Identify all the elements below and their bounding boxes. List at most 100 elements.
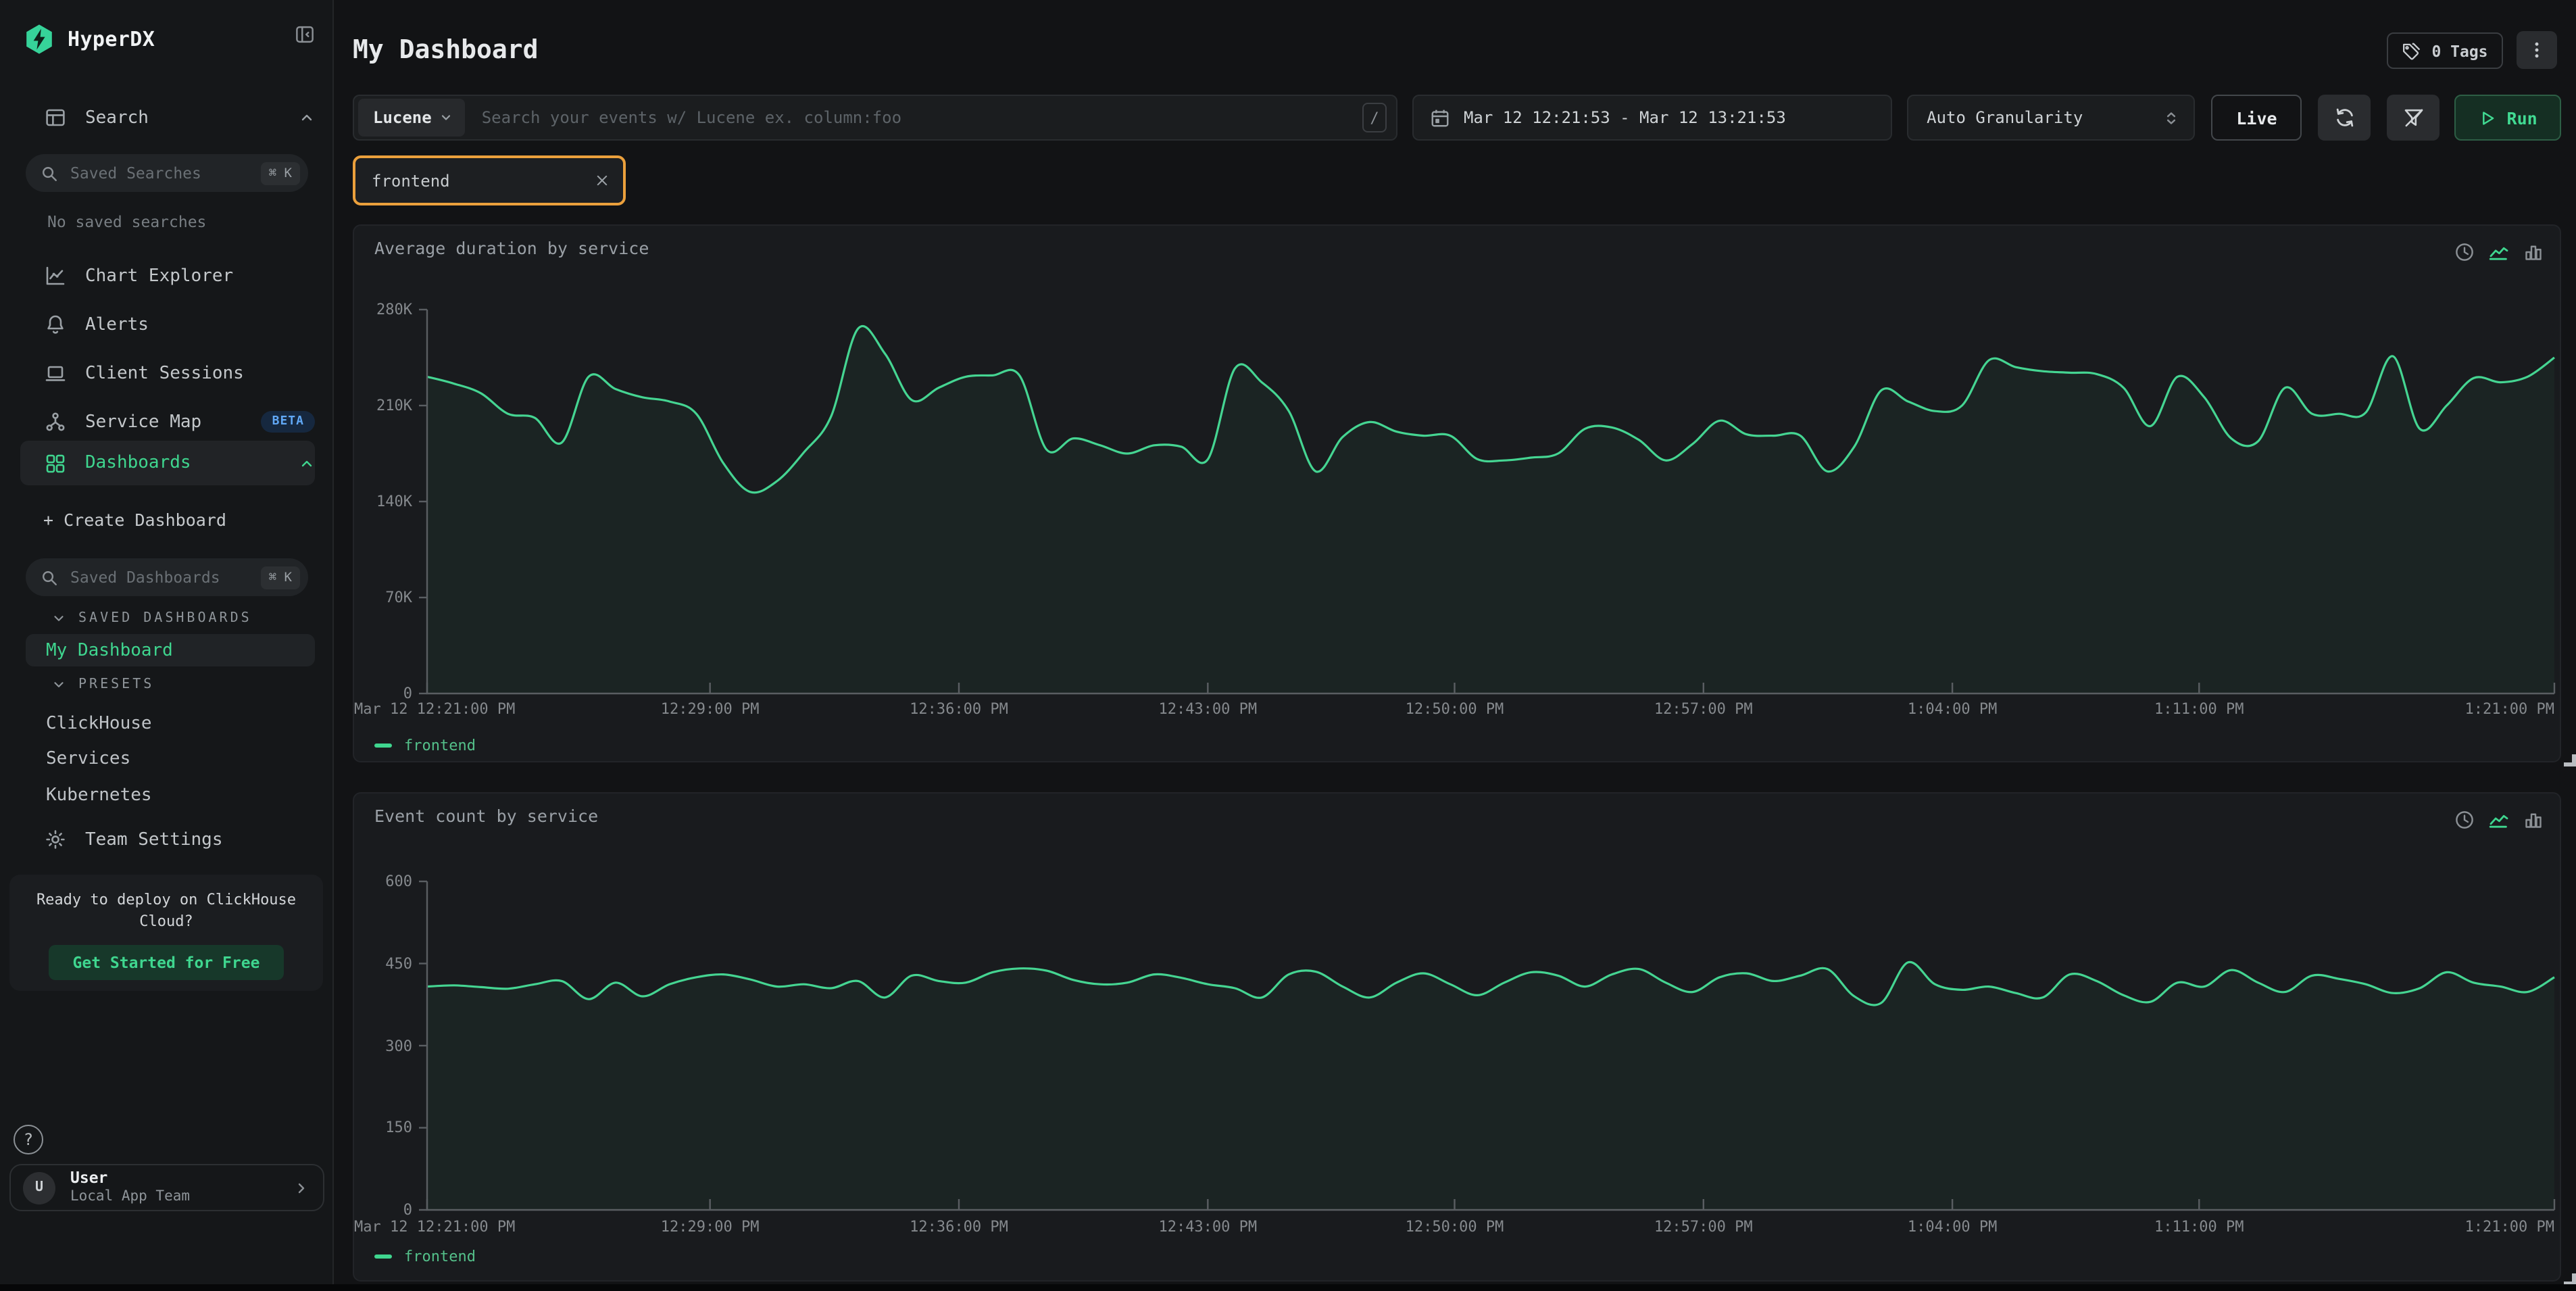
live-button[interactable]: Live — [2212, 95, 2302, 141]
search-nav-icon — [45, 107, 66, 128]
presets-section[interactable]: PRESETS — [51, 677, 154, 692]
chart-title: Average duration by service — [374, 238, 649, 258]
chevron-up-icon — [299, 455, 315, 471]
avatar: U — [23, 1171, 55, 1204]
sidebar-item-team-settings[interactable]: Team Settings — [20, 821, 315, 858]
shortcut-badge: ⌘ K — [261, 566, 300, 589]
filter-button[interactable] — [2387, 95, 2439, 141]
x-tick: 1:21:00 PM — [2465, 700, 2554, 718]
saved-searches-search[interactable]: ⌘ K — [26, 154, 308, 192]
sidebar-item-search[interactable]: Search — [20, 99, 315, 137]
y-tick: 0 — [403, 1201, 412, 1219]
sidebar-item-label: Client Sessions — [85, 363, 315, 383]
sidebar-item-services[interactable]: Services — [26, 742, 315, 775]
x-tick: 1:11:00 PM — [2154, 700, 2244, 718]
query-language-value: Lucene — [373, 108, 432, 127]
beta-badge: BETA — [262, 411, 315, 433]
sidebar-item-kubernetes[interactable]: Kubernetes — [26, 779, 315, 811]
search-icon — [41, 164, 58, 182]
x-tick: 1:11:00 PM — [2154, 1218, 2244, 1236]
get-started-button[interactable]: Get Started for Free — [49, 945, 284, 980]
user-menu[interactable]: U User Local App Team — [9, 1164, 324, 1211]
sidebar-item-chart-explorer[interactable]: Chart Explorer — [20, 257, 315, 295]
granularity-select[interactable]: Auto Granularity — [1906, 95, 2196, 141]
sidebar-item-dashboards[interactable]: Dashboards — [20, 441, 315, 485]
chart-controls — [2454, 808, 2544, 830]
chart-legend[interactable]: frontend — [374, 1248, 476, 1265]
sidebar-item-label: Search — [85, 107, 280, 128]
sidebar-item-service-map[interactable]: Service Map BETA — [20, 403, 315, 441]
chart-panel-average-duration: Average duration by service 280K 210K 14… — [353, 224, 2561, 762]
x-tick: 1:04:00 PM — [1908, 1218, 1997, 1236]
user-name: User — [70, 1170, 278, 1189]
close-icon[interactable] — [595, 173, 610, 188]
saved-dashboards-search[interactable]: ⌘ K — [26, 558, 308, 596]
legend-label: frontend — [404, 737, 476, 754]
sidebar-item-clickhouse[interactable]: ClickHouse — [26, 707, 315, 739]
section-label: SAVED DASHBOARDS — [78, 611, 252, 626]
y-axis-labels: 280K 210K 140K 70K 0 — [365, 310, 419, 693]
bell-icon — [45, 314, 66, 335]
x-tick: 12:29:00 PM — [661, 1218, 760, 1236]
x-axis-labels: Mar 12 12:21:00 PM 12:29:00 PM 12:36:00 … — [427, 1218, 2554, 1237]
time-history-icon[interactable] — [2454, 241, 2475, 262]
time-history-icon[interactable] — [2454, 809, 2475, 829]
y-tick: 210K — [376, 397, 412, 414]
tags-button[interactable]: 0 Tags — [2387, 32, 2503, 69]
app-logo[interactable]: HyperDX — [23, 23, 155, 55]
chart-plot-area[interactable] — [427, 310, 2554, 693]
chart-plot-area[interactable] — [427, 881, 2554, 1210]
y-tick: 300 — [385, 1037, 412, 1054]
query-toolbar: Lucene / Mar 12 12:21:53 - Mar 12 13:21:… — [353, 95, 2561, 141]
dashboard-menu-button[interactable] — [2517, 31, 2557, 69]
shortcut-badge: ⌘ K — [261, 162, 300, 185]
sidebar-item-alerts[interactable]: Alerts — [20, 306, 315, 343]
refresh-button[interactable] — [2318, 95, 2371, 141]
service-filter-chip[interactable]: frontend — [353, 155, 626, 205]
sidebar-item-my-dashboard[interactable]: My Dashboard — [26, 634, 315, 666]
create-dashboard-button[interactable]: + Create Dashboard — [43, 510, 226, 530]
panel-resize-handle[interactable] — [2564, 746, 2576, 772]
play-icon — [2479, 109, 2496, 126]
run-label: Run — [2507, 107, 2537, 128]
bar-chart-icon[interactable] — [2523, 241, 2544, 262]
service-map-icon — [45, 411, 66, 433]
laptop-icon — [45, 362, 66, 384]
tag-icon — [2402, 41, 2421, 60]
bar-chart-icon[interactable] — [2523, 809, 2544, 829]
search-icon — [41, 568, 58, 586]
slash-shortcut-key: / — [1362, 103, 1387, 132]
x-tick: 12:57:00 PM — [1654, 700, 1753, 718]
sidebar-item-label: Dashboards — [85, 453, 280, 473]
event-search-input[interactable] — [466, 108, 1362, 127]
chevron-down-icon — [51, 611, 66, 626]
x-tick: 12:36:00 PM — [910, 700, 1008, 718]
main-content: My Dashboard 0 Tags Lucene / Mar 12 12:2… — [335, 0, 2576, 1291]
y-axis-labels: 600 450 300 150 0 — [365, 881, 419, 1210]
y-tick: 280K — [376, 301, 412, 318]
help-button[interactable]: ? — [14, 1125, 43, 1154]
query-language-select[interactable]: Lucene — [358, 99, 466, 137]
page-title: My Dashboard — [353, 35, 539, 65]
chart-legend[interactable]: frontend — [374, 737, 476, 754]
promo-text: Ready to deploy on ClickHouse Cloud? — [9, 890, 323, 933]
promo-line1: Ready to deploy on ClickHouse — [36, 891, 296, 908]
sidebar-item-client-sessions[interactable]: Client Sessions — [20, 354, 315, 392]
sidebar-collapse-icon[interactable] — [295, 24, 315, 45]
filter-off-icon — [2402, 107, 2424, 128]
saved-searches-input[interactable] — [68, 162, 251, 184]
y-tick: 450 — [385, 955, 412, 973]
line-chart-icon[interactable] — [2488, 241, 2510, 262]
no-saved-searches-text: No saved searches — [47, 212, 206, 231]
legend-swatch — [374, 1255, 392, 1259]
line-chart-icon[interactable] — [2488, 808, 2510, 830]
run-button[interactable]: Run — [2454, 95, 2561, 141]
chip-label: frontend — [372, 171, 595, 190]
date-range-picker[interactable]: Mar 12 12:21:53 - Mar 12 13:21:53 — [1412, 95, 1891, 141]
saved-dashboards-input[interactable] — [68, 566, 251, 588]
chart-controls — [2454, 241, 2544, 262]
y-tick: 600 — [385, 873, 412, 890]
saved-dashboards-section[interactable]: SAVED DASHBOARDS — [51, 611, 252, 626]
sidebar: HyperDX Search ⌘ K No saved searches Cha… — [0, 0, 334, 1291]
x-tick: 12:43:00 PM — [1158, 700, 1257, 718]
